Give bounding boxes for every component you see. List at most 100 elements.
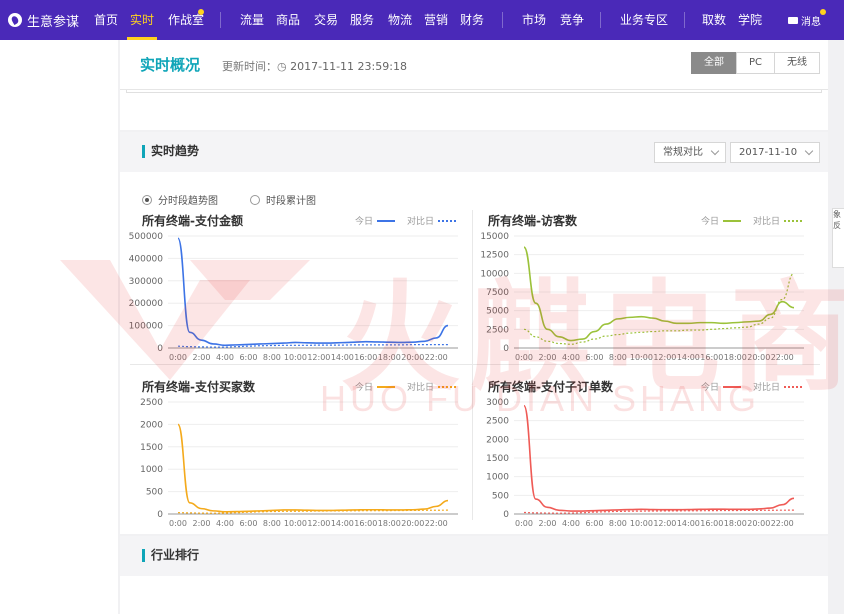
y-tick-label: 1500 <box>486 454 509 464</box>
top-nav: 生意参谋 首页 实时 作战室 流量 商品 交易 服务 物流 营销 财务 市场 竞… <box>0 0 844 40</box>
nav-business-zone[interactable]: 业务专区 <box>620 0 668 40</box>
nav-realtime[interactable]: 实时 <box>126 0 158 40</box>
nav-competition[interactable]: 竞争 <box>560 0 584 40</box>
terminal-all-button[interactable]: 全部 <box>691 52 737 74</box>
x-tick-label: 8:00 <box>263 353 281 362</box>
y-tick-label: 1000 <box>486 473 509 483</box>
chart-plot: 0 500 1000 1500 2000 2500 0:00 2:00 4:00 6:00 8:00… <box>140 398 458 528</box>
y-tick-label: 15000 <box>480 232 509 242</box>
legend-label: 今日 <box>354 383 373 393</box>
chart-pay-amount: 所有终端-支付金额 今日 对比日 0 100000 200000 300000 400000 5… <box>120 212 470 382</box>
ranking-panel <box>120 576 828 614</box>
x-tick-label: 14:00 <box>331 353 354 362</box>
x-tick-label: 22:00 <box>425 353 448 362</box>
nav-finance[interactable]: 财务 <box>460 0 484 40</box>
nav-trade[interactable]: 交易 <box>314 0 338 40</box>
radio-circle-checked <box>142 194 152 205</box>
x-tick-label: 18:00 <box>378 353 401 362</box>
x-tick-label: 4:00 <box>216 519 234 528</box>
x-tick-label: 0:00 <box>169 519 187 528</box>
nav-traffic[interactable]: 流量 <box>240 0 264 40</box>
radio-cumulative[interactable]: 时段累计图 <box>250 192 316 207</box>
y-tick-label: 500 <box>146 488 163 498</box>
y-tick-label: 2500 <box>486 417 509 427</box>
x-tick-label: 4:00 <box>216 353 234 362</box>
right-side-panel[interactable]: 象反 <box>832 208 844 268</box>
chart-title: 所有终端-支付买家数 <box>142 380 255 394</box>
chart-legend: 今日 对比日 <box>355 380 456 393</box>
series-line-today <box>177 237 449 347</box>
realtime-header: 实时概况 更新时间：◷ 2017-11-11 23:59:18 全部 PC 无线 <box>120 40 828 90</box>
nav-academy[interactable]: 学院 <box>738 0 762 40</box>
legend-label: 今日 <box>700 217 719 227</box>
overview-panel-edge <box>126 90 822 93</box>
compare-select-value: 常规对比 <box>663 147 703 158</box>
nav-marketing[interactable]: 营销 <box>424 0 448 40</box>
y-tick-label: 12500 <box>480 251 509 261</box>
legend-swatch <box>784 385 802 388</box>
envelope-icon <box>788 16 798 24</box>
x-tick-label: 2:00 <box>538 353 556 362</box>
y-tick-label: 100000 <box>129 322 164 332</box>
update-label: 更新时间： <box>222 60 277 73</box>
nav-data-fetch[interactable]: 取数 <box>702 0 726 40</box>
y-tick-label: 500000 <box>129 232 164 242</box>
terminal-pc-button[interactable]: PC <box>736 52 776 74</box>
x-tick-label: 8:00 <box>609 353 627 362</box>
radio-hourly-trend[interactable]: 分时段趋势图 <box>142 192 218 207</box>
x-tick-label: 4:00 <box>562 353 580 362</box>
nav-product[interactable]: 商品 <box>276 0 300 40</box>
y-tick-label: 200000 <box>129 299 164 309</box>
radio-hourly-label: 分时段趋势图 <box>158 196 218 207</box>
right-side-panel-label: 象反 <box>833 210 841 230</box>
date-select-value: 2017-11-10 <box>739 147 798 158</box>
x-tick-label: 22:00 <box>425 519 448 528</box>
page-title: 实时概况 <box>140 56 201 74</box>
x-tick-label: 12:00 <box>653 519 676 528</box>
y-tick-label: 7500 <box>486 288 509 298</box>
legend-swatch <box>438 385 456 388</box>
date-select[interactable]: 2017-11-10 <box>730 142 821 163</box>
clock-icon: ◷ <box>277 60 291 73</box>
x-tick-label: 16:00 <box>700 353 723 362</box>
y-tick-label: 1000 <box>140 465 163 475</box>
x-tick-label: 14:00 <box>331 519 354 528</box>
x-tick-label: 12:00 <box>307 353 330 362</box>
x-tick-label: 6:00 <box>585 519 603 528</box>
x-tick-label: 10:00 <box>630 519 653 528</box>
series-line-today <box>523 246 795 342</box>
nav-separator <box>684 12 685 28</box>
legend-swatch <box>438 219 456 222</box>
update-time-value: 2017-11-11 23:59:18 <box>290 60 407 73</box>
nav-home[interactable]: 首页 <box>94 0 118 40</box>
y-tick-label: 3000 <box>486 398 509 408</box>
legend-swatch <box>784 219 802 222</box>
y-tick-label: 300000 <box>129 277 164 287</box>
brand[interactable]: 生意参谋 <box>8 0 79 40</box>
nav-separator <box>600 12 601 28</box>
y-tick-label: 400000 <box>129 254 164 264</box>
x-tick-label: 20:00 <box>747 519 770 528</box>
x-tick-label: 2:00 <box>538 519 556 528</box>
x-tick-label: 8:00 <box>263 519 281 528</box>
nav-service[interactable]: 服务 <box>350 0 374 40</box>
y-tick-label: 500 <box>492 491 509 501</box>
chevron-down-icon <box>710 146 720 156</box>
brand-name: 生意参谋 <box>27 14 80 30</box>
y-tick-label: 1500 <box>140 443 163 453</box>
y-tick-label: 10000 <box>480 269 509 279</box>
y-tick-label: 2000 <box>140 420 163 430</box>
x-tick-label: 2:00 <box>192 353 210 362</box>
x-tick-label: 0:00 <box>169 353 187 362</box>
nav-war-room[interactable]: 作战室 <box>168 0 204 40</box>
trend-charts: 分时段趋势图 时段累计图 所有终端-支付金额 今日 对比日 0 100000 200000… <box>120 172 828 534</box>
nav-market[interactable]: 市场 <box>522 0 546 40</box>
compare-select[interactable]: 常规对比 <box>654 142 726 163</box>
terminal-wireless-button[interactable]: 无线 <box>774 52 821 74</box>
nav-messages[interactable]: 消息 <box>788 0 821 40</box>
chart-pay-suborders: 所有终端-支付子订单数 今日 对比日 0 500 1000 1500 2000 2500 3000… <box>466 378 816 548</box>
x-tick-label: 12:00 <box>653 353 676 362</box>
nav-logistics[interactable]: 物流 <box>388 0 412 40</box>
chart-plot: 0 100000 200000 300000 400000 500000 0:00 2:00 4… <box>129 232 458 362</box>
trend-title: 实时趋势 <box>142 145 199 158</box>
